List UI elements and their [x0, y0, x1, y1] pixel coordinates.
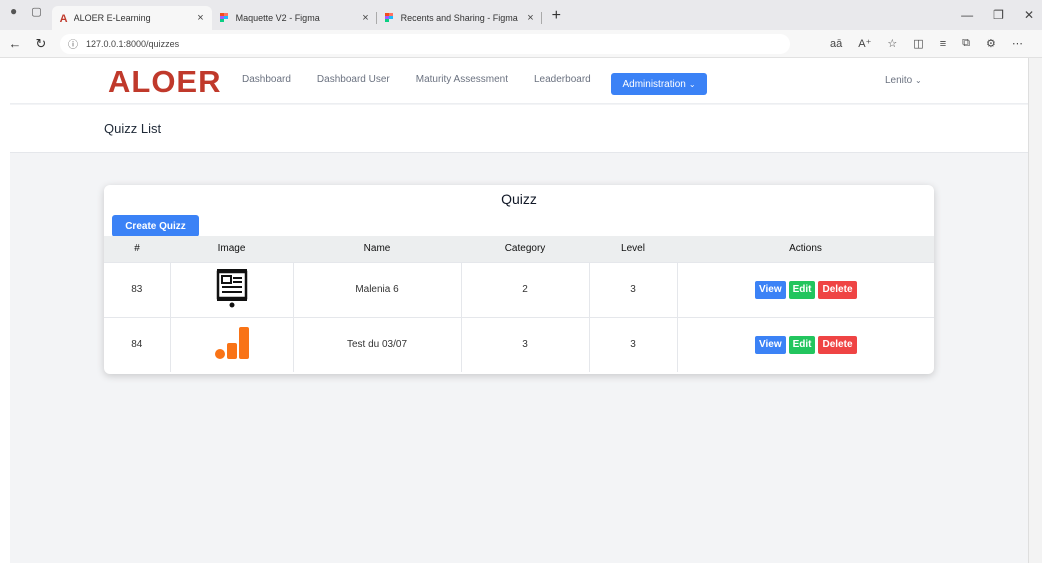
- text-size-icon[interactable]: A⁺: [858, 37, 871, 50]
- address-bar: ← ↻ ⓘ 127.0.0.1:8000/quizzes aā A⁺ ☆ ◫ ≡…: [0, 30, 1042, 58]
- cell-image: [170, 262, 294, 317]
- view-button[interactable]: View: [754, 335, 786, 354]
- column-header-actions: Actions: [789, 243, 822, 255]
- cell-actions: View Edit Delete: [677, 262, 934, 317]
- new-tab-icon[interactable]: +: [542, 7, 571, 30]
- close-window-icon[interactable]: ✕: [1024, 8, 1034, 22]
- split-screen-icon[interactable]: ◫: [913, 37, 923, 50]
- view-button[interactable]: View: [754, 280, 786, 299]
- edge-sidebar: [1028, 58, 1042, 563]
- row-actions: View Edit Delete: [754, 280, 857, 299]
- main-nav: Dashboard Dashboard User Maturity Assess…: [242, 74, 617, 85]
- more-options-icon[interactable]: ⋯: [1012, 37, 1023, 50]
- column-header-id: #: [134, 243, 140, 255]
- url-field[interactable]: ⓘ 127.0.0.1:8000/quizzes: [60, 33, 790, 54]
- nav-maturity-assessment[interactable]: Maturity Assessment: [416, 74, 508, 85]
- table-row: 83 Malenia 6 2 3 View Edit Delete: [104, 262, 934, 317]
- extensions-icon[interactable]: ⚙: [986, 37, 996, 50]
- nav-leaderboard[interactable]: Leaderboard: [534, 74, 591, 85]
- presentation-board-icon: [216, 269, 247, 308]
- browser-tab-bar: ● ▢ A ALOER E-Learning × Maquette V2 - F…: [0, 0, 1042, 30]
- user-menu[interactable]: Lenito ⌄: [885, 75, 922, 86]
- cell-image: [170, 317, 294, 372]
- tab-actions-icon[interactable]: ▢: [31, 5, 41, 18]
- tab-title: Maquette V2 - Figma: [235, 13, 320, 23]
- cell-id: 84: [104, 317, 171, 372]
- tab-title: Recents and Sharing - Figma: [400, 13, 518, 23]
- bar-chart-orange-icon: [214, 327, 249, 360]
- column-header-image: Image: [217, 243, 246, 255]
- back-icon[interactable]: ←: [4, 36, 26, 51]
- read-aloud-icon[interactable]: aā: [830, 38, 842, 50]
- cell-category: 3: [461, 317, 590, 372]
- row-actions: View Edit Delete: [754, 335, 857, 354]
- column-header-category: Category: [504, 243, 546, 255]
- aloer-a-icon: A: [59, 13, 68, 25]
- chevron-down-icon: ⌄: [915, 76, 922, 85]
- cell-level: 3: [589, 317, 678, 372]
- app-logo[interactable]: ALOER: [108, 64, 222, 100]
- close-icon[interactable]: ×: [527, 12, 533, 24]
- page-header: Quizz List: [10, 105, 1028, 153]
- cell-category: 2: [461, 262, 590, 317]
- browser-tab-figma-maquette[interactable]: Maquette V2 - Figma ×: [212, 6, 377, 30]
- table-row: 84 Test du 03/07 3 3 View Edit Delete: [104, 317, 934, 372]
- figma-icon: [384, 13, 395, 23]
- page-title: Quizz List: [104, 121, 162, 136]
- cell-name: Test du 03/07: [293, 317, 462, 372]
- edit-button[interactable]: Edit: [788, 335, 816, 354]
- collections-icon[interactable]: ⧉: [962, 37, 970, 50]
- card-title: Quizz: [501, 191, 537, 207]
- nav-dashboard[interactable]: Dashboard: [242, 74, 291, 85]
- cell-actions: View Edit Delete: [677, 317, 934, 372]
- create-quizz-button[interactable]: Create Quizz: [112, 215, 199, 237]
- browser-lead-icons: ● ▢: [0, 0, 52, 30]
- figma-icon: [219, 13, 230, 23]
- refresh-icon[interactable]: ↻: [30, 36, 52, 52]
- window-controls: — ❐ ✕: [961, 0, 1042, 30]
- administration-dropdown[interactable]: Administration ⌄: [611, 73, 707, 95]
- cell-name: Malenia 6: [293, 262, 462, 317]
- user-name: Lenito: [885, 75, 913, 86]
- delete-button[interactable]: Delete: [818, 335, 857, 354]
- browser-toolbar: aā A⁺ ☆ ◫ ≡ ⧉ ⚙ ⋯: [830, 37, 1023, 50]
- close-icon[interactable]: ×: [362, 12, 368, 24]
- administration-label: Administration: [622, 78, 686, 90]
- favorites-list-icon[interactable]: ≡: [940, 38, 946, 50]
- table-header-row: # Image Name Category Level Actions: [104, 236, 934, 262]
- tab-title: ALOER E-Learning: [73, 13, 151, 23]
- edit-button[interactable]: Edit: [788, 280, 816, 299]
- favorite-star-icon[interactable]: ☆: [887, 37, 897, 50]
- cell-level: 3: [589, 262, 678, 317]
- app-navbar: ALOER Dashboard Dashboard User Maturity …: [10, 58, 1028, 104]
- quizz-table: # Image Name Category Level Actions 83 M…: [104, 236, 934, 372]
- url-text: 127.0.0.1:8000/quizzes: [86, 38, 180, 49]
- maximize-icon[interactable]: ❐: [993, 8, 1004, 22]
- nav-dashboard-user[interactable]: Dashboard User: [317, 74, 390, 85]
- close-icon[interactable]: ×: [197, 12, 203, 24]
- column-header-name: Name: [363, 243, 391, 255]
- page: ALOER Dashboard Dashboard User Maturity …: [10, 58, 1028, 563]
- column-header-level: Level: [621, 243, 645, 255]
- minimize-icon[interactable]: —: [961, 8, 973, 22]
- chevron-down-icon: ⌄: [688, 79, 696, 89]
- profile-icon[interactable]: ●: [10, 4, 17, 18]
- browser-tab-aloer[interactable]: A ALOER E-Learning ×: [51, 6, 212, 30]
- quizz-card: Quizz Create Quizz # Image Name Category…: [104, 185, 934, 374]
- info-icon[interactable]: ⓘ: [68, 36, 78, 51]
- browser-tab-figma-recents[interactable]: Recents and Sharing - Figma ×: [377, 6, 542, 30]
- delete-button[interactable]: Delete: [818, 280, 857, 299]
- cell-id: 83: [104, 262, 171, 317]
